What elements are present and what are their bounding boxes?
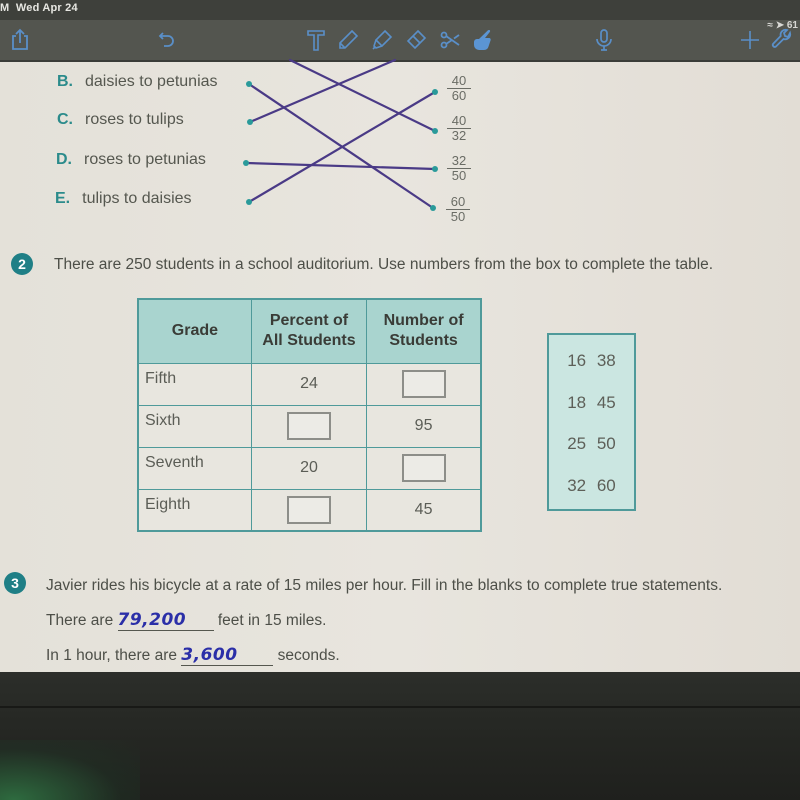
- handwritten-answer: 79,200: [117, 610, 187, 630]
- header-number: Number of Students: [366, 298, 482, 364]
- question-2-prompt: There are 250 students in a school audit…: [54, 256, 714, 273]
- grade-cell: Fifth: [137, 362, 252, 406]
- fraction-40-32: 40 32: [447, 114, 471, 142]
- highlighter-icon: [372, 29, 393, 50]
- status-indicators: ≈ ➤ 61: [767, 20, 798, 31]
- match-item-c: C. roses to tulips: [57, 111, 184, 128]
- match-item-b: B. daisies to petunias: [57, 73, 218, 90]
- header-percent: Percent of All Students: [250, 298, 368, 364]
- answer-box-eighth-percent[interactable]: [286, 495, 331, 524]
- location-icon: ➤: [775, 20, 785, 31]
- question-3-prompt: Javier rides his bicycle at a rate of 15…: [46, 577, 723, 594]
- plus-icon: [741, 31, 759, 49]
- answer-box-sixth-percent[interactable]: [286, 412, 331, 440]
- hand-tool-button[interactable]: [468, 26, 496, 54]
- number-cell: 95: [366, 404, 482, 448]
- number-bank-row: 25 50: [567, 434, 616, 453]
- table-row: Sixth 95: [137, 404, 482, 448]
- wrench-icon: [771, 28, 792, 48]
- percent-cell: [250, 404, 368, 448]
- microphone-button[interactable]: [590, 26, 618, 54]
- number-bank: 16 38 18 45 25 50 32 60: [547, 333, 636, 511]
- percent-table: Grade Percent of All Students Number of St…: [137, 298, 482, 532]
- annotation-toolbar: [0, 20, 800, 62]
- text-tool-button[interactable]: [302, 26, 330, 54]
- table-header-row: Grade Percent of All Students Number of St…: [137, 298, 482, 364]
- table-row: Seventh 20: [137, 446, 482, 490]
- header-grade: Grade: [137, 298, 252, 364]
- pen-icon: [339, 29, 359, 49]
- fraction-40-60: 40 60: [447, 74, 471, 102]
- number-cell: [366, 446, 482, 490]
- eraser-icon: [406, 29, 427, 50]
- percent-cell: 20: [250, 446, 368, 490]
- hand-pointer-icon: [474, 30, 491, 50]
- share-button[interactable]: [6, 26, 34, 54]
- table-row: Fifth 24: [137, 362, 482, 406]
- scissors-tool-button[interactable]: [436, 26, 464, 54]
- highlighter-tool-button[interactable]: [368, 26, 396, 54]
- question-3-badge: 3: [4, 572, 26, 594]
- status-date: M Wed Apr 24: [0, 2, 78, 14]
- grade-cell: Sixth: [137, 404, 252, 448]
- undo-icon: [158, 32, 174, 47]
- answer-box-seventh-number[interactable]: [401, 454, 446, 482]
- percent-cell: [250, 488, 368, 532]
- answer-blank-seconds[interactable]: 3,600: [181, 645, 274, 666]
- answer-blank-feet[interactable]: 79,200: [117, 610, 214, 631]
- bezel-edge: [0, 706, 800, 708]
- share-icon: [12, 28, 28, 50]
- grade-cell: Seventh: [137, 446, 252, 490]
- percent-cell: 24: [250, 362, 368, 406]
- fraction-60-50: 60 50: [446, 195, 470, 223]
- match-item-d: D. roses to petunias: [56, 151, 206, 168]
- statement-feet: There are 79,200 feet in 15 miles.: [46, 610, 327, 631]
- question-2-badge: 2: [11, 253, 33, 275]
- statement-seconds: In 1 hour, there are 3,600 seconds.: [46, 645, 340, 666]
- number-bank-row: 18 45: [567, 393, 616, 412]
- text-tool-icon: [307, 30, 325, 51]
- add-button[interactable]: [736, 26, 764, 54]
- fraction-32-50: 32 50: [447, 154, 471, 182]
- number-bank-row: 16 38: [567, 351, 616, 370]
- handwritten-answer: 3,600: [181, 645, 238, 665]
- wifi-icon: ≈: [767, 20, 773, 31]
- eraser-tool-button[interactable]: [402, 26, 430, 54]
- scissors-icon: [440, 31, 460, 49]
- grade-cell: Eighth: [137, 488, 252, 532]
- match-item-e: E. tulips to daisies: [55, 190, 192, 207]
- undo-button[interactable]: [152, 26, 180, 54]
- pen-tool-button[interactable]: [334, 26, 362, 54]
- number-cell: 45: [366, 488, 482, 532]
- battery-percent: 61: [786, 20, 798, 31]
- ambient-glow: [0, 740, 140, 800]
- answer-box-fifth-number[interactable]: [401, 370, 446, 398]
- number-cell: [366, 362, 482, 406]
- number-bank-row: 32 60: [567, 476, 616, 495]
- table-row: Eighth 45: [137, 488, 482, 532]
- microphone-icon: [596, 29, 612, 51]
- status-bar: M Wed Apr 24: [0, 0, 800, 20]
